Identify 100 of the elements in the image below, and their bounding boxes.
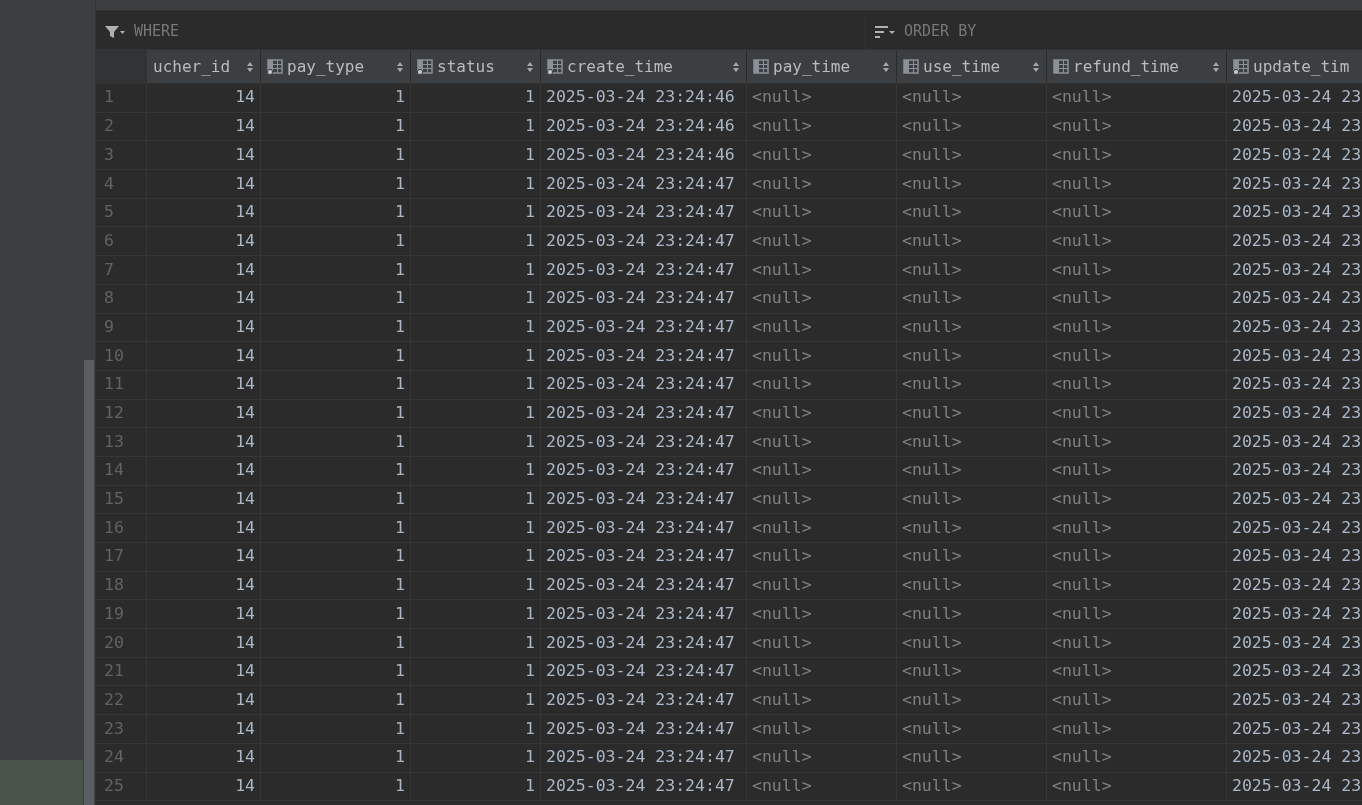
sort-icon[interactable] — [246, 60, 254, 73]
column-header[interactable]: update_tim — [1227, 50, 1362, 83]
table-cell: 1 — [261, 256, 411, 284]
table-cell: <null> — [897, 370, 1047, 399]
table-cell: 2025-03-24 23 — [1227, 141, 1362, 170]
table-cell: 1 — [261, 485, 411, 514]
table-cell: 2025-03-24 23:24:47 — [541, 657, 747, 686]
column-header[interactable]: pay_type — [261, 50, 411, 83]
column-header[interactable]: refund_time — [1047, 50, 1227, 83]
table-cell: <null> — [1047, 313, 1227, 342]
table-cell: 1 — [261, 686, 411, 715]
table-cell: <null> — [897, 743, 1047, 772]
table-cell: <null> — [1047, 284, 1227, 313]
table-cell: <null> — [1047, 543, 1227, 571]
row-number: 19 — [96, 600, 147, 629]
row-number: 20 — [96, 629, 147, 657]
sort-lines-icon[interactable] — [874, 23, 896, 40]
table-cell: 1 — [411, 313, 541, 342]
table-cell: <null> — [747, 227, 897, 256]
table-cell: 14 — [147, 743, 261, 772]
table-cell: 2025-03-24 23:24:47 — [541, 456, 747, 485]
table-cell: 1 — [261, 600, 411, 629]
row-number: 23 — [96, 715, 147, 743]
order-by-field[interactable]: ORDER BY — [904, 20, 977, 43]
table-cell: 1 — [411, 141, 541, 170]
table-cell: 14 — [147, 170, 261, 198]
table-cell: 14 — [147, 600, 261, 629]
table-cell: 1 — [261, 657, 411, 686]
table-cell: 14 — [147, 629, 261, 657]
table-cell: <null> — [1047, 112, 1227, 141]
table-cell: 2025-03-24 23:24:47 — [541, 715, 747, 743]
table-cell: 2025-03-24 23:24:47 — [541, 256, 747, 284]
where-field[interactable]: WHERE — [134, 20, 180, 43]
column-header[interactable]: pay_time — [747, 50, 897, 83]
table-cell: 2025-03-24 23:24:47 — [541, 399, 747, 428]
row-number: 2 — [96, 112, 147, 141]
sort-icon[interactable] — [1032, 60, 1040, 73]
sort-icon[interactable] — [526, 60, 534, 73]
table-cell: 2025-03-24 23:24:47 — [541, 342, 747, 370]
table-cell: 1 — [261, 141, 411, 170]
table-cell: 1 — [411, 198, 541, 227]
sort-icon[interactable] — [882, 60, 890, 73]
table-cell: <null> — [747, 342, 897, 370]
table-cell: <null> — [1047, 571, 1227, 600]
table-cell: <null> — [1047, 428, 1227, 456]
row-number: 1 — [96, 84, 147, 112]
table-cell: 14 — [147, 543, 261, 571]
table-cell: <null> — [1047, 170, 1227, 198]
table-cell: 2025-03-24 23 — [1227, 743, 1362, 772]
table-cell: 1 — [411, 342, 541, 370]
table-cell: 1 — [261, 342, 411, 370]
table-cell: 1 — [411, 629, 541, 657]
sort-icon[interactable] — [396, 60, 404, 73]
table-cell: <null> — [1047, 141, 1227, 170]
table-cell: <null> — [747, 141, 897, 170]
table-cell: 14 — [147, 715, 261, 743]
table-cell: <null> — [747, 112, 897, 141]
table-cell: 1 — [261, 399, 411, 428]
table-cell: <null> — [747, 743, 897, 772]
table-cell: 1 — [261, 571, 411, 600]
table-cell: 1 — [411, 256, 541, 284]
table-cell: 1 — [261, 772, 411, 801]
filter-icon[interactable] — [104, 23, 126, 40]
column-header[interactable]: create_time — [541, 50, 747, 83]
table-cell: 1 — [411, 456, 541, 485]
table-cell: 2025-03-24 23 — [1227, 715, 1362, 743]
table-cell: <null> — [897, 514, 1047, 542]
scrollbar-thumb[interactable] — [84, 360, 94, 805]
table-cell: 14 — [147, 284, 261, 313]
table-cell: 2025-03-24 23:24:47 — [541, 629, 747, 657]
table-cell: 1 — [411, 657, 541, 686]
table-cell: <null> — [1047, 514, 1227, 542]
table-cell: 1 — [261, 198, 411, 227]
column-header[interactable]: ucher_id — [147, 50, 261, 83]
table-cell: 1 — [411, 485, 541, 514]
table-cell: 1 — [261, 629, 411, 657]
table-cell: 1 — [261, 743, 411, 772]
row-number: 14 — [96, 456, 147, 485]
table-cell: 2025-03-24 23 — [1227, 342, 1362, 370]
table-cell: 1 — [411, 600, 541, 629]
row-number: 21 — [96, 657, 147, 686]
table-cell: 1 — [261, 514, 411, 542]
row-number: 4 — [96, 170, 147, 198]
column-header[interactable]: status — [411, 50, 541, 83]
table-cell: <null> — [897, 399, 1047, 428]
table-cell: 14 — [147, 256, 261, 284]
table-cell: <null> — [747, 657, 897, 686]
table-cell: <null> — [897, 571, 1047, 600]
table-cell: 2025-03-24 23:24:47 — [541, 428, 747, 456]
table-cell: 2025-03-24 23 — [1227, 256, 1362, 284]
table-cell: 14 — [147, 686, 261, 715]
table-cell: 1 — [261, 428, 411, 456]
table-cell: 2025-03-24 23:24:47 — [541, 170, 747, 198]
sort-icon[interactable] — [1212, 60, 1220, 73]
column-header[interactable]: use_time — [897, 50, 1047, 83]
sort-icon[interactable] — [732, 60, 740, 73]
table-cell: <null> — [747, 514, 897, 542]
table-cell: 1 — [261, 313, 411, 342]
table-cell: <null> — [897, 715, 1047, 743]
table-cell: <null> — [747, 485, 897, 514]
